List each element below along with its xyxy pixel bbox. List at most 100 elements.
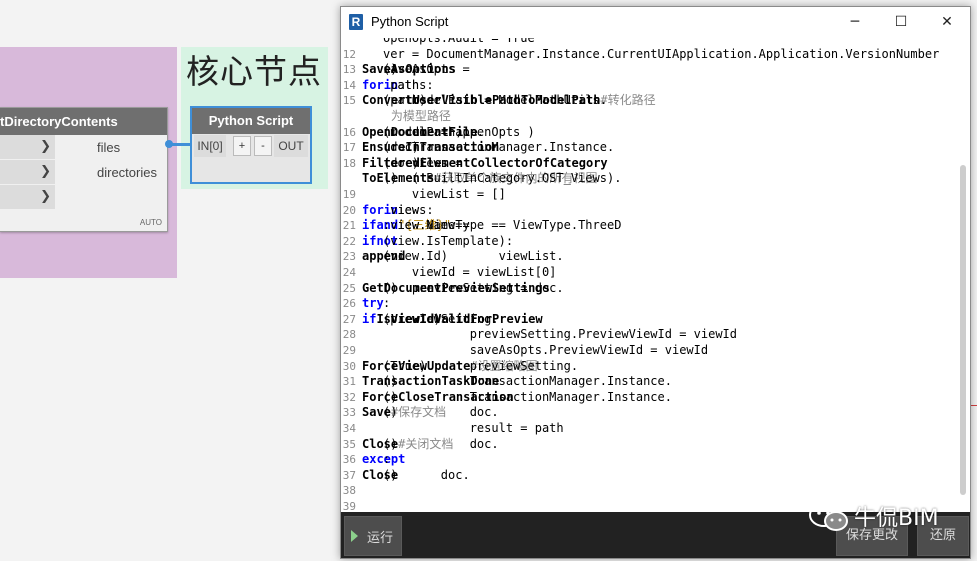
- line-number: 35: [342, 437, 356, 451]
- code-line[interactable]: 28 previewSetting.PreviewViewId = viewId: [341, 327, 955, 343]
- code-line[interactable]: 24 viewId = viewList[0]: [341, 265, 955, 281]
- code-line[interactable]: 35 doc. Close() #关闭文档: [341, 437, 955, 453]
- code-token: try: [362, 296, 384, 311]
- code-text: modelPath = ModelPathUtils. ConvertUserVi…: [362, 93, 656, 109]
- code-line[interactable]: 37 doc. Close(): [341, 468, 955, 484]
- code-line[interactable]: 13 saveAsOpts = SaveAsOptions(): [341, 62, 955, 78]
- watermark-text: 牛侃BIM: [854, 506, 939, 531]
- code-line[interactable]: 为模型路径: [341, 109, 955, 125]
- input-port-3[interactable]: ❯: [0, 185, 55, 209]
- code-token: for: [362, 202, 384, 217]
- code-line[interactable]: ( BuiltInCategory.OST_Views). ToElements(…: [341, 171, 955, 187]
- code-line[interactable]: 33 doc. Save() #保存文档: [341, 405, 955, 421]
- line-number: 21: [342, 219, 356, 233]
- input-port-in0[interactable]: IN[0]: [194, 135, 226, 157]
- code-text: doc. Close(): [362, 468, 470, 484]
- scrollbar-thumb[interactable]: [960, 165, 966, 495]
- python-script-window[interactable]: R Python Script ─ ☐ ✕ openOpts.Audit = T…: [340, 6, 971, 559]
- code-token: :: [383, 218, 391, 233]
- code-line[interactable]: 32 TransactionManager.Instance. ForceClos…: [341, 390, 955, 406]
- line-number: 14: [342, 78, 356, 92]
- add-input-button[interactable]: +: [233, 136, 251, 156]
- close-button[interactable]: ✕: [924, 7, 970, 38]
- line-number: 15: [342, 94, 356, 108]
- line-number: 26: [342, 297, 356, 311]
- code-line[interactable]: 31 TransactionManager.Instance. Transacti…: [341, 374, 955, 390]
- code-line[interactable]: 26 try:: [341, 296, 955, 312]
- code-text: ( BuiltInCategory.OST_Views). ToElements(…: [362, 171, 621, 187]
- python-script-node[interactable]: Python Script IN[0] + - OUT: [190, 106, 312, 184]
- code-token: result = path: [383, 421, 564, 435]
- line-number: 32: [342, 390, 356, 404]
- code-line[interactable]: 16 doc = app. OpenDocumentFile (modelPath,…: [341, 125, 955, 141]
- code-line[interactable]: 27 if previewSetting. IsViewIdValidForPre…: [341, 312, 955, 328]
- code-token: (): [383, 280, 398, 295]
- code-text: previewSetting. ForceViewUpdate (True) #设置…: [362, 359, 578, 375]
- output-port-directories[interactable]: directories: [93, 160, 167, 185]
- code-token: :: [383, 452, 391, 467]
- code-line[interactable]: 25 previewSetting = doc. GetDocumentPrevi…: [341, 281, 955, 297]
- line-number: 23: [342, 250, 356, 264]
- code-line[interactable]: 36 except:: [341, 452, 955, 468]
- line-number: 18: [342, 156, 356, 170]
- code-line[interactable]: 19 viewList = []: [341, 187, 955, 203]
- code-token: doc.: [383, 436, 499, 451]
- line-number: 16: [342, 125, 356, 139]
- code-token: for: [362, 77, 384, 92]
- code-line[interactable]: 34 result = path: [341, 421, 955, 437]
- group-title: 核心节点: [186, 52, 322, 91]
- code-line[interactable]: 17 TransactionManager.Instance. EnsureInT…: [341, 140, 955, 156]
- code-line[interactable]: openOpts.Audit = True: [341, 38, 955, 47]
- code-line[interactable]: 22 if not (view.IsTemplate):: [341, 234, 955, 250]
- code-text: if not (view.IsTemplate):: [362, 234, 513, 250]
- line-number: 28: [342, 328, 356, 342]
- minimize-button[interactable]: ─: [832, 7, 878, 38]
- code-token: viewList = []: [383, 187, 506, 201]
- code-editor[interactable]: openOpts.Audit = True 12 ver = DocumentMan…: [341, 38, 970, 512]
- code-token: saveAsOpts.PreviewViewId = viewId: [383, 343, 709, 357]
- code-line[interactable]: 12 ver = DocumentManager.Instance.Current…: [341, 47, 955, 63]
- run-button[interactable]: 运行: [344, 516, 402, 556]
- line-number: 38: [342, 484, 356, 498]
- play-icon: [351, 530, 358, 542]
- remove-input-button[interactable]: -: [254, 136, 272, 156]
- code-text: doc = app. OpenDocumentFile (modelPath,ope…: [362, 125, 535, 141]
- line-number: 36: [342, 453, 356, 467]
- code-line[interactable]: 14 for path in paths:: [341, 78, 955, 94]
- code-token: (): [383, 436, 398, 451]
- code-token: (doc): [383, 140, 420, 155]
- lacing-indicator[interactable]: AUTO: [140, 218, 162, 227]
- code-text: if view.ViewType == ViewType.ThreeD and …: [362, 218, 621, 234]
- revit-app-icon: R: [349, 14, 363, 30]
- window-titlebar[interactable]: R Python Script ─ ☐ ✕: [341, 7, 970, 38]
- code-line[interactable]: 23 viewList. append (view.Id): [341, 249, 955, 265]
- code-text: saveAsOpts = SaveAsOptions(): [362, 62, 470, 78]
- code-text: for view in views:: [362, 202, 434, 219]
- input-port-1[interactable]: ❯: [0, 135, 55, 159]
- line-number: 20: [342, 203, 356, 217]
- code-token: if: [362, 218, 377, 233]
- line-number: 22: [342, 234, 356, 248]
- code-line[interactable]: 18 views = FilteredElementCollector (doc)…: [341, 156, 955, 172]
- maximize-button[interactable]: ☐: [878, 7, 924, 38]
- code-line[interactable]: 21 if view.ViewType == ViewType.ThreeD a…: [341, 218, 955, 234]
- code-token: (): [383, 389, 398, 404]
- code-token: if: [362, 311, 377, 326]
- code-token: #转化路径: [600, 93, 656, 108]
- code-line[interactable]: 29 saveAsOpts.PreviewViewId = viewId: [341, 343, 955, 359]
- window-title: Python Script: [371, 14, 449, 29]
- code-token: (viewId):: [383, 311, 449, 326]
- code-token: (view.Id): [383, 249, 449, 264]
- get-directory-contents-node[interactable]: tDirectoryContents ❯ ❯ ❯ files directori…: [0, 107, 168, 232]
- code-line[interactable]: 15 modelPath = ModelPathUtils. ConvertUse…: [341, 93, 955, 109]
- code-line[interactable]: 30 previewSetting. ForceViewUpdate (True) …: [341, 359, 955, 375]
- output-port-out[interactable]: OUT: [274, 135, 308, 157]
- line-number: 39: [342, 500, 356, 512]
- output-port-files[interactable]: files: [93, 135, 167, 160]
- line-number: 30: [342, 359, 356, 373]
- line-number: 31: [342, 375, 356, 389]
- input-port-2[interactable]: ❯: [0, 160, 55, 184]
- chevron-right-icon: ❯: [40, 164, 51, 179]
- code-line[interactable]: 38: [341, 483, 955, 499]
- code-line[interactable]: 20 for view in views:: [341, 203, 955, 219]
